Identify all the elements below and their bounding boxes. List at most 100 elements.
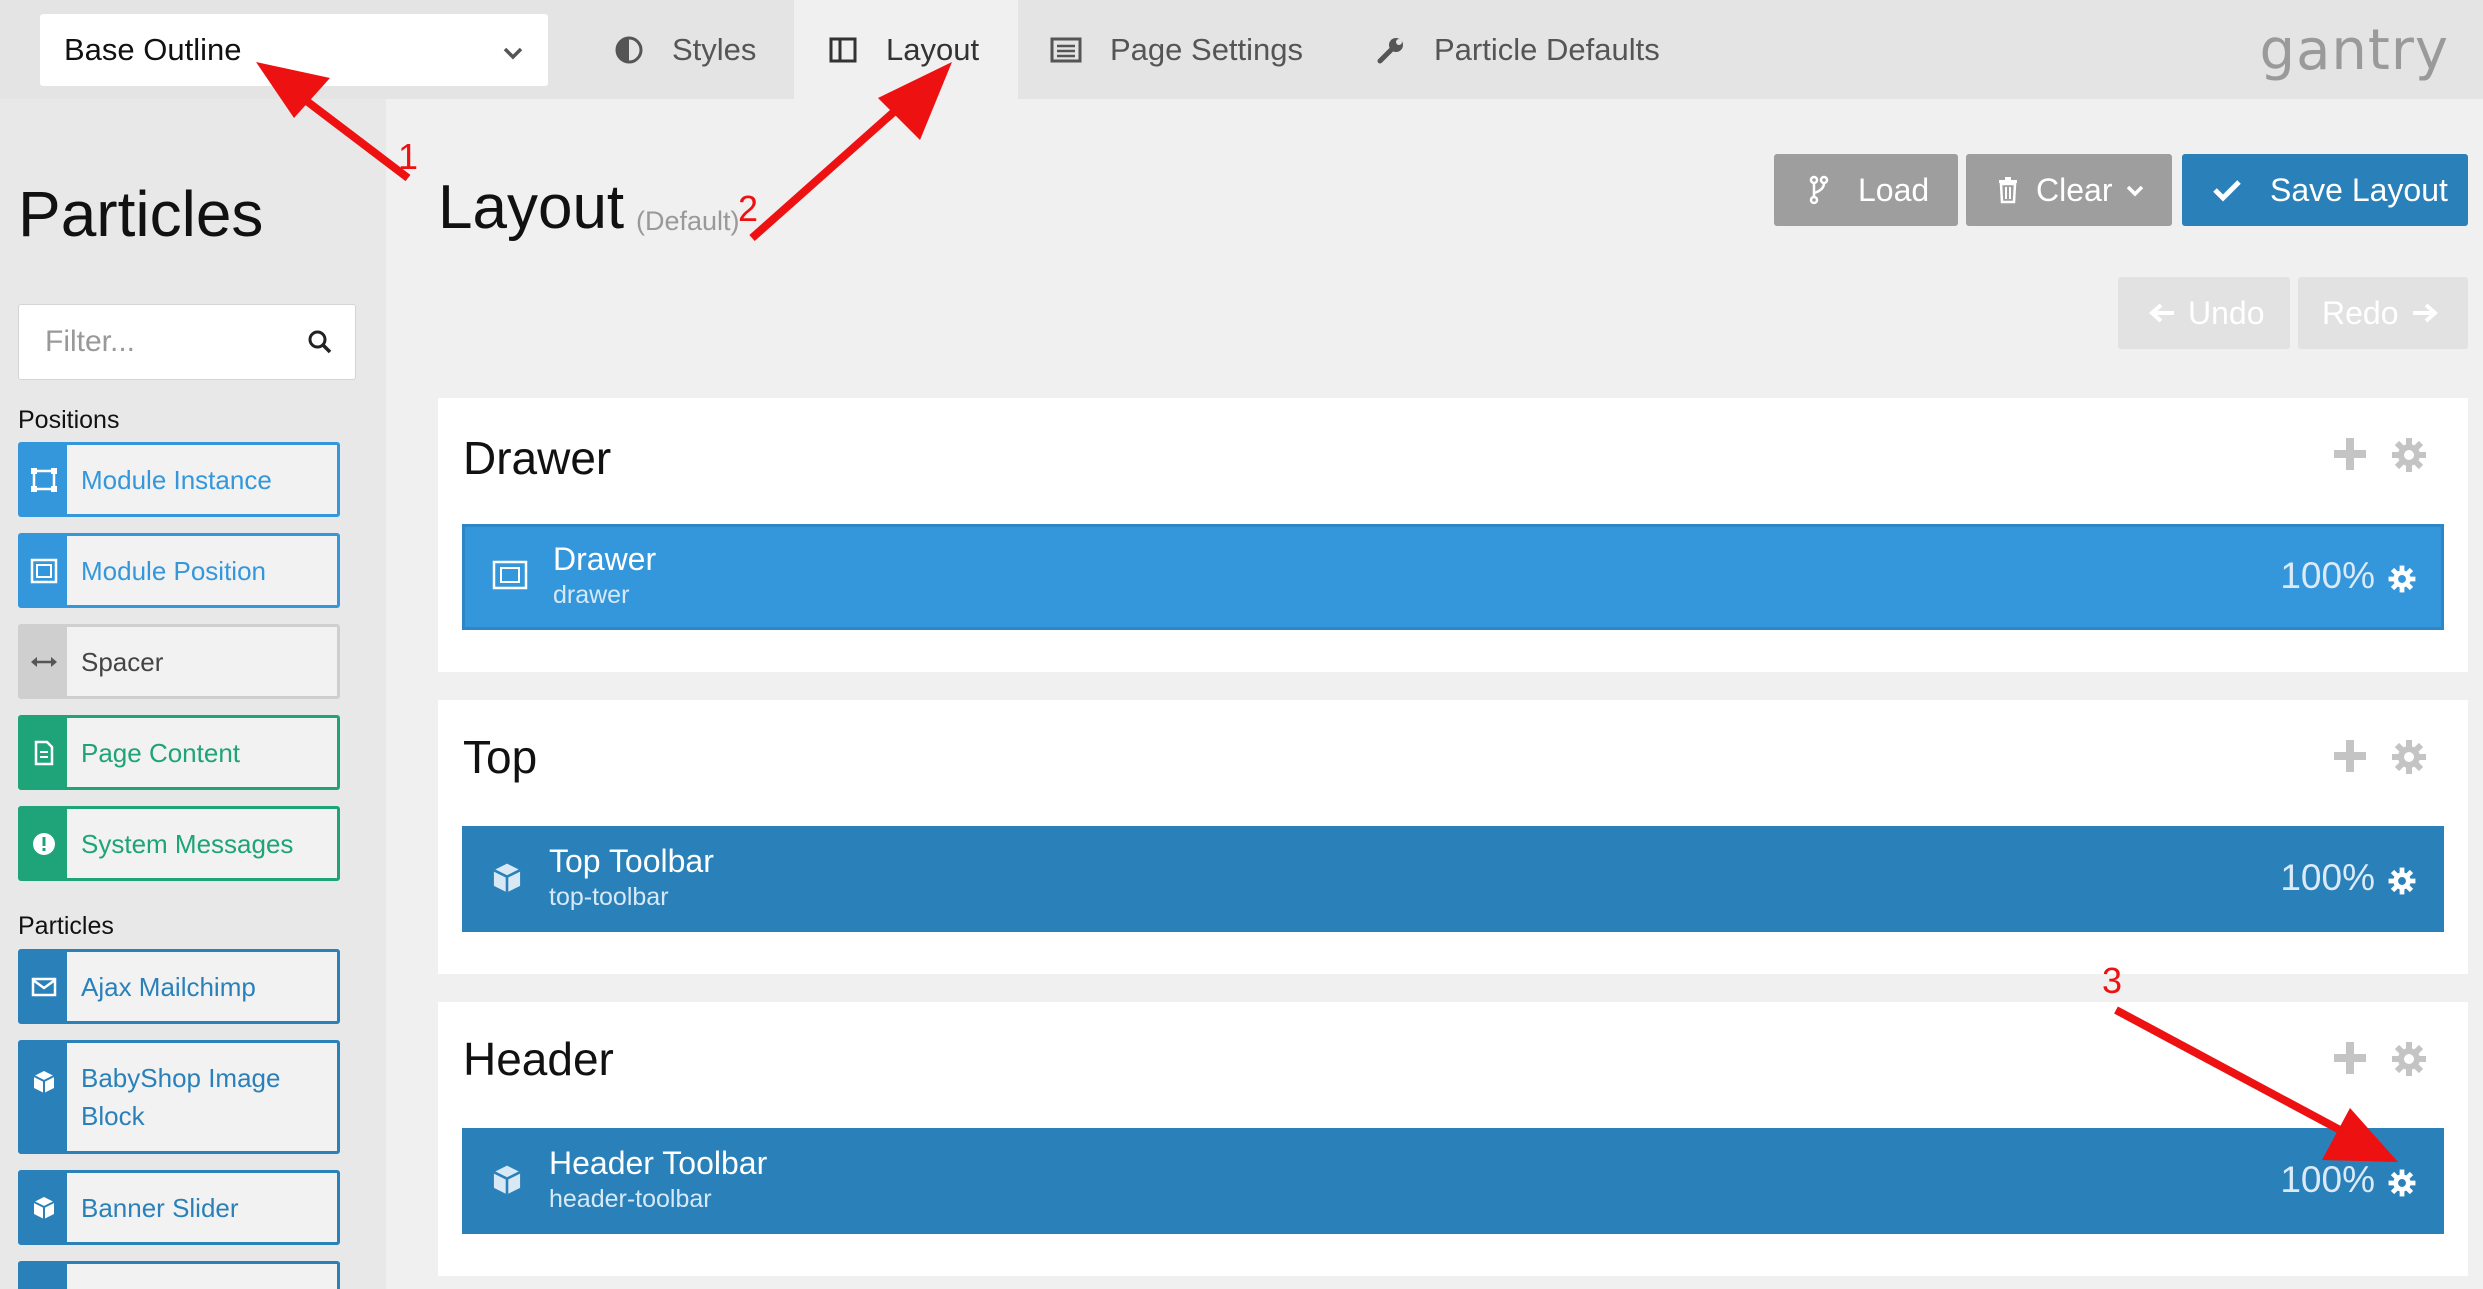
contrast-icon <box>614 35 644 65</box>
undo-label: Undo <box>2188 294 2265 331</box>
annotation-arrow-2 <box>749 107 899 241</box>
clear-label: Clear <box>2036 171 2113 208</box>
particle-item-partial[interactable] <box>18 1261 340 1289</box>
annotation-number-1: 1 <box>398 136 419 177</box>
position-module-instance[interactable]: Module Instance <box>18 442 340 517</box>
tab-styles-label: Styles <box>672 31 757 67</box>
gear-icon[interactable] <box>2390 738 2428 781</box>
load-label: Load <box>1858 171 1930 208</box>
envelope-icon <box>21 952 67 1021</box>
particle-ajax-mailchimp[interactable]: Ajax Mailchimp <box>18 949 340 1024</box>
trash-icon <box>1996 176 2020 204</box>
columns-icon <box>828 35 858 65</box>
section-header: Header Header Toolbar header-toolbar 100… <box>438 1002 2468 1276</box>
gear-icon[interactable] <box>2390 1040 2428 1083</box>
position-label: Page Content <box>81 737 241 768</box>
chevron-down-icon <box>500 38 526 74</box>
sidebar-title: Particles <box>18 178 264 250</box>
particle-babyshop-image-block[interactable]: BabyShop Image Block <box>18 1040 340 1154</box>
particle-label: Ajax Mailchimp <box>81 971 256 1002</box>
position-label: System Messages <box>81 828 294 859</box>
tab-particle-defaults[interactable]: Particle Defaults <box>1376 0 1660 99</box>
add-icon[interactable] <box>2332 436 2368 477</box>
positions-label: Positions <box>18 406 120 434</box>
arrows-h-icon <box>21 627 67 696</box>
annotation-number-2: 2 <box>738 188 759 229</box>
section-top: Top Top Toolbar top-toolbar 100% <box>438 700 2468 974</box>
section-drawer: Drawer Drawer drawer 100% <box>438 398 2468 672</box>
wrench-icon <box>1376 35 1406 65</box>
block-subtitle: header-toolbar <box>549 1185 712 1213</box>
block-title: Drawer <box>553 541 657 577</box>
add-icon[interactable] <box>2332 738 2368 779</box>
cube-icon <box>21 1264 67 1289</box>
particle-banner-slider[interactable]: Banner Slider <box>18 1170 340 1245</box>
cube-icon <box>21 1173 67 1242</box>
filter-input[interactable]: Filter... <box>18 304 356 380</box>
cube-icon <box>491 861 523 900</box>
top-bar: Base Outline Styles Layout Page Settings… <box>0 0 2483 99</box>
section-title: Header <box>463 1033 614 1085</box>
block-header-toolbar[interactable]: Header Toolbar header-toolbar 100% <box>462 1128 2444 1234</box>
particle-label: Banner Slider <box>81 1192 239 1223</box>
clear-button[interactable]: Clear <box>1966 154 2172 226</box>
gear-icon[interactable] <box>2390 436 2428 479</box>
file-icon <box>21 718 67 787</box>
redo-label: Redo <box>2322 294 2399 331</box>
particle-label-line2: Block <box>81 1101 145 1131</box>
position-module-position[interactable]: Module Position <box>18 533 340 608</box>
block-title: Top Toolbar <box>549 843 714 879</box>
code-fork-icon <box>1808 175 1830 205</box>
tab-page-settings-label: Page Settings <box>1110 31 1304 67</box>
position-label: Spacer <box>81 646 164 677</box>
block-title: Header Toolbar <box>549 1145 768 1181</box>
block-percent: 100% <box>2280 555 2375 596</box>
redo-button[interactable]: Redo <box>2298 277 2468 349</box>
position-spacer[interactable]: Spacer <box>18 624 340 699</box>
section-title: Drawer <box>463 432 612 484</box>
particles-label: Particles <box>18 912 114 940</box>
position-label: Module Instance <box>81 464 272 495</box>
add-icon[interactable] <box>2332 1040 2368 1081</box>
block-drawer[interactable]: Drawer drawer 100% <box>462 524 2444 630</box>
gear-icon[interactable] <box>2387 866 2417 901</box>
module-position-icon <box>21 536 67 605</box>
outline-select[interactable]: Base Outline <box>40 14 548 86</box>
save-layout-button[interactable]: Save Layout <box>2182 154 2468 226</box>
block-percent: 100% <box>2280 1159 2375 1200</box>
module-instance-icon <box>21 445 67 514</box>
sidebar: Particles Filter... Positions Module Ins… <box>0 99 386 1289</box>
tab-styles[interactable]: Styles <box>608 0 756 99</box>
cube-icon <box>491 1163 523 1202</box>
block-subtitle: top-toolbar <box>549 883 669 911</box>
tab-layout-label: Layout <box>886 31 980 67</box>
cube-icon <box>21 1043 67 1151</box>
search-icon <box>307 329 333 363</box>
position-page-content[interactable]: Page Content <box>18 715 340 790</box>
arrow-right-icon <box>2411 301 2439 325</box>
tab-page-settings[interactable]: Page Settings <box>1050 0 1303 99</box>
tab-particle-defaults-label: Particle Defaults <box>1434 31 1660 67</box>
block-percent: 100% <box>2280 857 2375 898</box>
annotation-number-3: 3 <box>2102 960 2123 1001</box>
check-icon <box>2212 178 2242 202</box>
gear-icon[interactable] <box>2387 564 2417 599</box>
outline-select-value: Base Outline <box>64 32 242 67</box>
chevron-down-icon <box>2124 179 2146 201</box>
exclamation-circle-icon <box>21 809 67 878</box>
arrow-left-icon <box>2148 301 2176 325</box>
load-button[interactable]: Load <box>1774 154 1958 226</box>
particle-label-line1: BabyShop Image <box>81 1063 281 1093</box>
block-top-toolbar[interactable]: Top Toolbar top-toolbar 100% <box>462 826 2444 932</box>
undo-button[interactable]: Undo <box>2118 277 2290 349</box>
position-system-messages[interactable]: System Messages <box>18 806 340 881</box>
tab-layout[interactable]: Layout <box>794 0 1018 99</box>
module-position-icon <box>491 559 529 596</box>
block-subtitle: drawer <box>553 581 630 609</box>
list-alt-icon <box>1050 36 1082 64</box>
gear-icon[interactable] <box>2387 1168 2417 1203</box>
page-title: Layout <box>438 173 625 242</box>
page-subtitle: (Default) <box>636 206 740 236</box>
save-layout-label: Save Layout <box>2270 171 2448 208</box>
position-label: Module Position <box>81 555 266 586</box>
